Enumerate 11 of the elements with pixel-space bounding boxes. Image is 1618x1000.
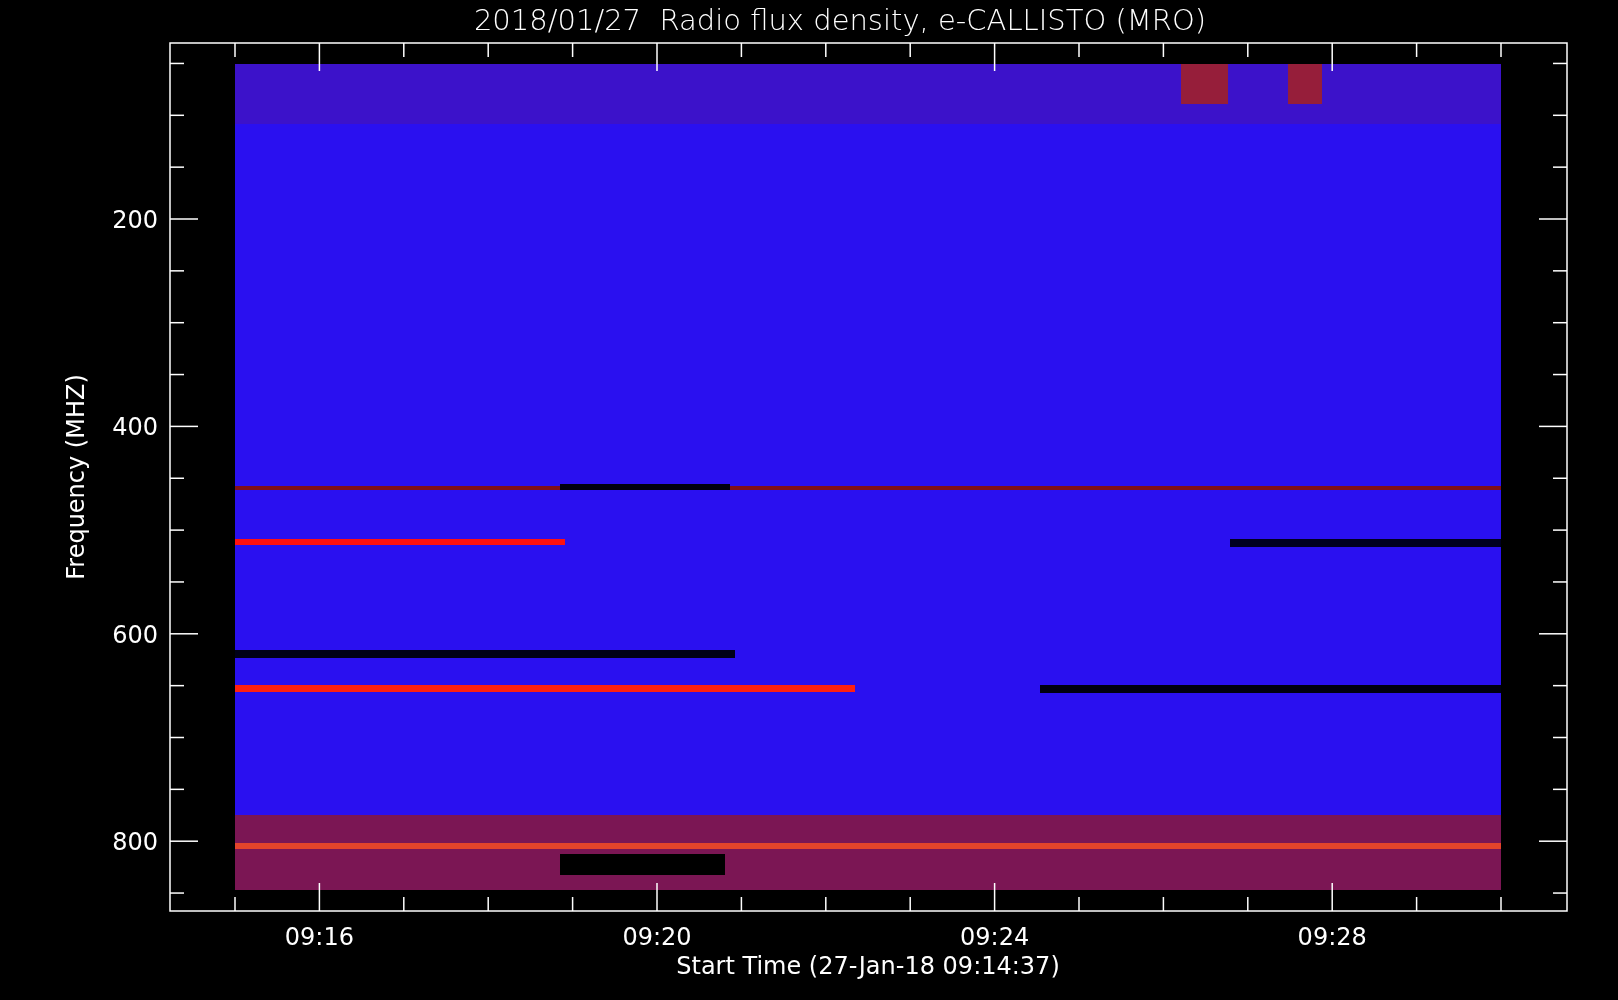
x-axis-label: Start Time (27-Jan-18 09:14:37): [676, 952, 1060, 980]
y-tick-label: 800: [112, 828, 158, 857]
x-tick-label: 09:20: [622, 923, 692, 951]
x-tick-label: 09:16: [284, 923, 354, 951]
chart-title: 2018/01/27 Radio flux density, e-CALLISTO (MRO): [473, 3, 1207, 37]
x-tick-label: 09:28: [1297, 923, 1367, 951]
y-tick-label: 600: [112, 620, 158, 649]
y-tick-label: 400: [112, 413, 158, 442]
x-tick-label: 09:24: [960, 923, 1030, 951]
y-axis-label: Frequency (MHZ): [62, 374, 90, 580]
y-tick-label: 200: [112, 206, 158, 234]
